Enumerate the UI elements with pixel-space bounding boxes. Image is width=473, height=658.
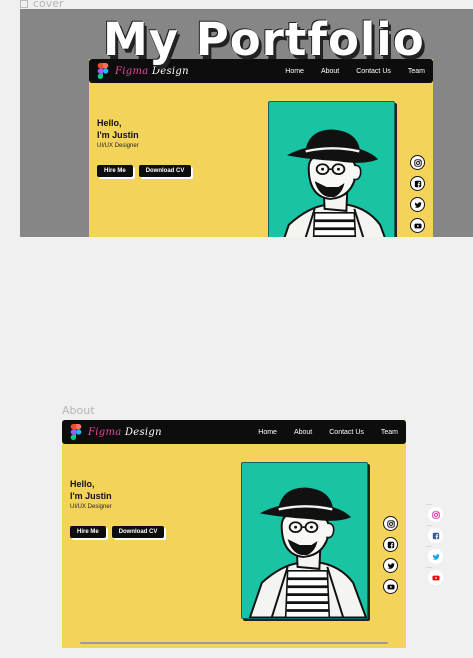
twitter-icon: [387, 562, 395, 570]
horizontal-scrollbar[interactable]: [80, 642, 388, 644]
facebook-color-button[interactable]: ···: [426, 523, 443, 543]
hero-name: I'm Justin: [70, 491, 112, 501]
nav-about[interactable]: About: [294, 429, 312, 436]
youtube-icon: [414, 222, 422, 230]
hero-name: I'm Justin: [97, 130, 139, 140]
portrait-card: [268, 101, 395, 237]
nav-team[interactable]: Team: [381, 429, 398, 436]
hero-text: Hello, I'm Justin UI/UX Designer: [97, 117, 139, 149]
brand-part-design: Design: [151, 65, 189, 77]
instagram-icon: [414, 159, 422, 167]
nav-about[interactable]: About: [321, 68, 339, 75]
nav-menu: Home About Contact Us Team: [258, 429, 398, 436]
instagram-button[interactable]: [410, 155, 425, 170]
download-cv-button[interactable]: Download CV: [138, 165, 192, 177]
hire-me-button[interactable]: Hire Me: [70, 526, 106, 538]
youtube-button[interactable]: [410, 218, 425, 233]
brand-name: Figma Design: [115, 66, 189, 77]
nav-team[interactable]: Team: [408, 68, 425, 75]
hero-buttons: Hire Me Download CV: [97, 165, 192, 177]
brand-part-design: Design: [124, 426, 162, 438]
hero-buttons: Hire Me Download CV: [70, 526, 165, 538]
facebook-icon: [387, 541, 395, 549]
hero-role: UI/UX Designer: [70, 504, 112, 510]
nav-contact[interactable]: Contact Us: [356, 68, 391, 75]
instagram-icon: [387, 520, 395, 528]
hero-role: UI/UX Designer: [97, 143, 139, 149]
more-dots-icon: ···: [426, 565, 432, 571]
instagram-icon: [432, 511, 440, 519]
twitter-icon: [414, 201, 422, 209]
greeting: Hello,: [97, 118, 122, 128]
nav-home[interactable]: Home: [285, 68, 304, 75]
hire-me-button[interactable]: Hire Me: [97, 165, 133, 177]
facebook-icon: [414, 180, 422, 188]
twitter-button[interactable]: [410, 197, 425, 212]
cover-title: My Portfolio: [103, 13, 425, 66]
nav-menu: Home About Contact Us Team: [285, 68, 425, 75]
about-frame-label[interactable]: About: [62, 404, 95, 417]
logo[interactable]: Figma Design: [70, 424, 162, 440]
nav-home[interactable]: Home: [258, 429, 277, 436]
youtube-color-button[interactable]: ···: [426, 565, 443, 585]
instagram-button[interactable]: [383, 516, 398, 531]
cover-frame[interactable]: Figma Design Home About Contact Us Team …: [20, 9, 473, 237]
brand-part-figma: Figma: [115, 65, 149, 77]
loose-social-icons: ··· ··· ··· ···: [426, 502, 443, 585]
social-links: [383, 516, 398, 594]
facebook-button[interactable]: [383, 537, 398, 552]
facebook-button[interactable]: [410, 176, 425, 191]
more-dots-icon: ···: [426, 544, 432, 550]
brand-name: Figma Design: [88, 427, 162, 438]
youtube-icon: [387, 583, 395, 591]
frame-icon: [20, 0, 28, 8]
about-frame[interactable]: Figma Design Home About Contact Us Team …: [62, 420, 406, 648]
youtube-icon: [432, 574, 440, 582]
more-dots-icon: ···: [426, 502, 432, 508]
person-illustration: [242, 483, 368, 618]
nav-contact[interactable]: Contact Us: [329, 429, 364, 436]
youtube-button[interactable]: [383, 579, 398, 594]
figma-logo-icon: [70, 424, 82, 440]
more-dots-icon: ···: [426, 523, 432, 529]
twitter-icon: [432, 553, 440, 561]
greeting: Hello,: [70, 479, 95, 489]
cover-site-mockup: Figma Design Home About Contact Us Team …: [89, 59, 433, 237]
person-illustration: [269, 125, 395, 237]
portrait-card: [241, 462, 368, 619]
hero-text: Hello, I'm Justin UI/UX Designer: [70, 478, 112, 510]
brand-part-figma: Figma: [88, 426, 122, 438]
social-links: [410, 155, 425, 233]
facebook-icon: [432, 532, 440, 540]
instagram-color-button[interactable]: ···: [426, 502, 443, 522]
navbar: Figma Design Home About Contact Us Team: [62, 420, 406, 444]
twitter-color-button[interactable]: ···: [426, 544, 443, 564]
download-cv-button[interactable]: Download CV: [111, 526, 165, 538]
twitter-button[interactable]: [383, 558, 398, 573]
